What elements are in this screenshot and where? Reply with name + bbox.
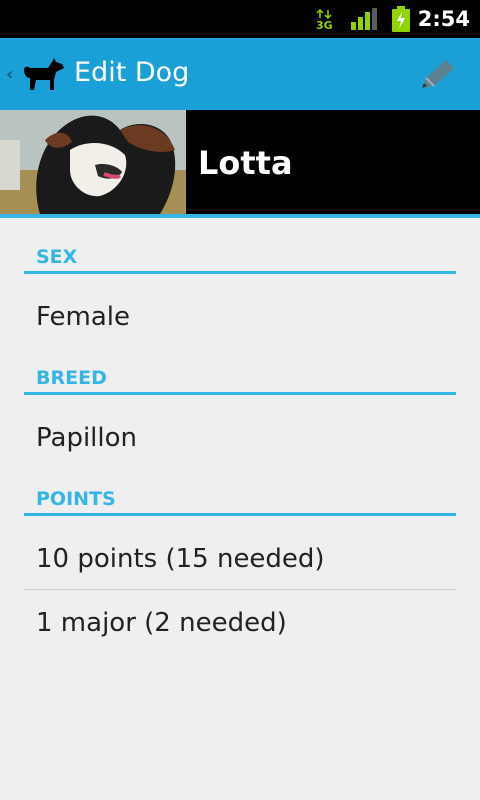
majors-row[interactable]: 1 major (2 needed) [36,608,287,638]
action-bar-title: Edit Dog [74,57,190,88]
section-label-breed: BREED [36,367,107,389]
header-divider [0,214,480,218]
points-row[interactable]: 10 points (15 needed) [36,544,325,574]
section-label-points: POINTS [36,488,116,510]
section-header-sex: SEX [24,244,456,274]
dog-name: Lotta [198,144,293,182]
up-caret-icon[interactable]: ‹ [6,64,13,85]
list-divider [24,589,456,590]
network-type-label: 3G [316,19,333,32]
3g-data-icon: 3G [316,8,333,32]
dog-header: Lotta [0,110,480,214]
action-bar: ‹ Edit Dog [0,38,480,110]
dog-silhouette-icon[interactable] [20,56,66,92]
pencil-icon[interactable] [418,56,458,92]
section-header-points: POINTS [24,486,456,516]
battery-charging-icon [392,6,410,32]
dog-photo[interactable] [0,110,186,214]
sex-value[interactable]: Female [36,302,130,332]
section-label-sex: SEX [36,246,78,268]
section-header-breed: BREED [24,365,456,395]
status-bar: 3G 2:54 [0,0,480,38]
signal-strength-icon [351,8,377,30]
breed-value[interactable]: Papillon [36,423,137,453]
status-time: 2:54 [417,7,470,31]
